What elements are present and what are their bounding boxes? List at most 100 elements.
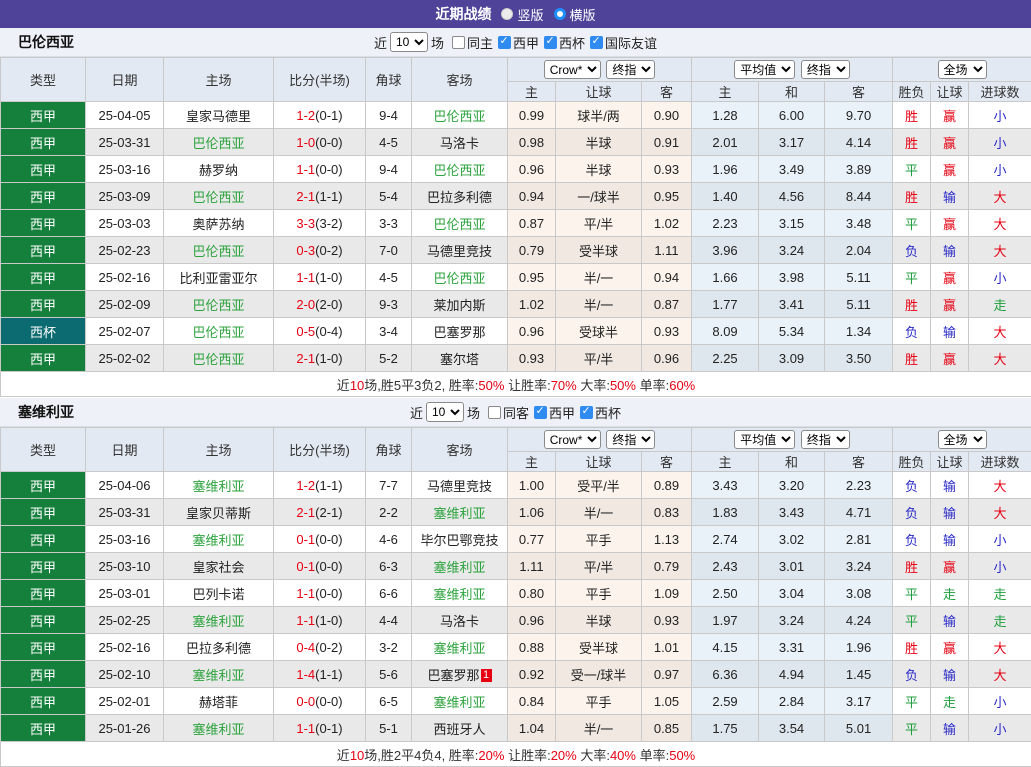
home-team-name[interactable]: 巴伦西亚 [192, 325, 244, 340]
away-team-name[interactable]: 巴伦西亚 [433, 271, 485, 286]
home-team-name[interactable]: 巴伦西亚 [192, 352, 244, 367]
away-team-name[interactable]: 毕尔巴鄂竞技 [420, 533, 498, 548]
away-team-cell[interactable]: 巴伦西亚 [412, 156, 508, 183]
layout-radio-horizontal[interactable]: 横版 [554, 5, 596, 24]
home-team-name[interactable]: 皇家社会 [192, 560, 244, 575]
avg-source-select[interactable]: 平均值 [734, 430, 795, 449]
away-team-cell[interactable]: 巴伦西亚 [412, 102, 508, 129]
away-team-cell[interactable]: 巴伦西亚 [412, 264, 508, 291]
away-team-name[interactable]: 巴拉多利德 [427, 190, 492, 205]
checkbox-icon[interactable] [452, 36, 465, 49]
avg-source-select[interactable]: 平均值 [734, 60, 795, 79]
away-team-cell[interactable]: 塞维利亚 [412, 688, 508, 715]
home-team-cell[interactable]: 塞维利亚 [164, 661, 274, 688]
away-team-name[interactable]: 西班牙人 [433, 722, 485, 737]
checkbox-icon[interactable] [544, 36, 557, 49]
home-team-cell[interactable]: 巴拉多利德 [164, 634, 274, 661]
home-team-name[interactable]: 巴伦西亚 [192, 244, 244, 259]
away-team-cell[interactable]: 塞维利亚 [412, 634, 508, 661]
away-team-cell[interactable]: 巴伦西亚 [412, 210, 508, 237]
radio-icon[interactable] [554, 8, 566, 20]
away-team-cell[interactable]: 马德里竞技 [412, 472, 508, 499]
home-team-cell[interactable]: 巴伦西亚 [164, 183, 274, 210]
home-team-name[interactable]: 赫罗纳 [199, 163, 238, 178]
home-team-cell[interactable]: 巴列卡诺 [164, 580, 274, 607]
home-team-name[interactable]: 皇家贝蒂斯 [186, 506, 251, 521]
away-team-cell[interactable]: 西班牙人 [412, 715, 508, 742]
odds-final-select[interactable]: 终指 [606, 60, 655, 79]
away-team-name[interactable]: 塞维利亚 [433, 506, 485, 521]
checkbox-icon[interactable] [488, 406, 501, 419]
home-team-cell[interactable]: 巴伦西亚 [164, 318, 274, 345]
home-team-cell[interactable]: 塞维利亚 [164, 472, 274, 499]
away-team-name[interactable]: 马德里竞技 [427, 244, 492, 259]
home-team-cell[interactable]: 奥萨苏纳 [164, 210, 274, 237]
away-team-name[interactable]: 塞维利亚 [433, 695, 485, 710]
home-team-name[interactable]: 巴伦西亚 [192, 136, 244, 151]
checkbox-icon[interactable] [534, 406, 547, 419]
away-team-cell[interactable]: 塞维利亚 [412, 553, 508, 580]
filter-checkbox-同客[interactable]: 同客 [488, 403, 529, 422]
away-team-cell[interactable]: 巴塞罗那 [412, 318, 508, 345]
away-team-name[interactable]: 巴塞罗那 [433, 325, 485, 340]
home-team-name[interactable]: 赫塔菲 [199, 695, 238, 710]
scope-select[interactable]: 全场 [938, 430, 987, 449]
away-team-name[interactable]: 塞维利亚 [433, 560, 485, 575]
home-team-cell[interactable]: 塞维利亚 [164, 715, 274, 742]
home-team-cell[interactable]: 巴伦西亚 [164, 345, 274, 372]
home-team-cell[interactable]: 皇家贝蒂斯 [164, 499, 274, 526]
away-team-name[interactable]: 莱加内斯 [433, 298, 485, 313]
odds-final-select[interactable]: 终指 [606, 430, 655, 449]
away-team-name[interactable]: 巴伦西亚 [433, 109, 485, 124]
home-team-cell[interactable]: 巴伦西亚 [164, 237, 274, 264]
away-team-cell[interactable]: 巴塞罗那1 [412, 661, 508, 688]
away-team-name[interactable]: 马洛卡 [440, 614, 479, 629]
away-team-cell[interactable]: 塞维利亚 [412, 580, 508, 607]
filter-checkbox-西杯[interactable]: 西杯 [580, 403, 621, 422]
home-team-name[interactable]: 比利亚雷亚尔 [179, 271, 257, 286]
avg-final-select[interactable]: 终指 [801, 430, 850, 449]
home-team-name[interactable]: 塞维利亚 [192, 722, 244, 737]
home-team-name[interactable]: 巴拉多利德 [186, 641, 251, 656]
away-team-cell[interactable]: 塞尔塔 [412, 345, 508, 372]
match-count-select[interactable]: 10 [390, 32, 428, 52]
radio-icon[interactable] [501, 8, 513, 20]
filter-checkbox-西甲[interactable]: 西甲 [534, 403, 575, 422]
filter-checkbox-国际友谊[interactable]: 国际友谊 [590, 33, 657, 52]
away-team-cell[interactable]: 塞维利亚 [412, 499, 508, 526]
checkbox-icon[interactable] [498, 36, 511, 49]
home-team-name[interactable]: 巴列卡诺 [192, 587, 244, 602]
odds-company-select[interactable]: Crow* [544, 430, 601, 449]
scope-select[interactable]: 全场 [938, 60, 987, 79]
away-team-cell[interactable]: 莱加内斯 [412, 291, 508, 318]
layout-radio-vertical[interactable]: 竖版 [501, 5, 543, 24]
home-team-cell[interactable]: 巴伦西亚 [164, 291, 274, 318]
home-team-cell[interactable]: 塞维利亚 [164, 526, 274, 553]
home-team-cell[interactable]: 巴伦西亚 [164, 129, 274, 156]
away-team-cell[interactable]: 马洛卡 [412, 607, 508, 634]
odds-company-select[interactable]: Crow* [544, 60, 601, 79]
away-team-name[interactable]: 塞维利亚 [433, 587, 485, 602]
away-team-cell[interactable]: 毕尔巴鄂竞技 [412, 526, 508, 553]
home-team-name[interactable]: 巴伦西亚 [192, 190, 244, 205]
home-team-name[interactable]: 塞维利亚 [192, 668, 244, 683]
home-team-name[interactable]: 奥萨苏纳 [192, 217, 244, 232]
away-team-name[interactable]: 巴伦西亚 [433, 163, 485, 178]
home-team-cell[interactable]: 比利亚雷亚尔 [164, 264, 274, 291]
avg-final-select[interactable]: 终指 [801, 60, 850, 79]
away-team-cell[interactable]: 巴拉多利德 [412, 183, 508, 210]
away-team-name[interactable]: 巴塞罗那 [427, 668, 479, 683]
home-team-name[interactable]: 塞维利亚 [192, 614, 244, 629]
home-team-cell[interactable]: 赫罗纳 [164, 156, 274, 183]
home-team-name[interactable]: 皇家马德里 [186, 109, 251, 124]
filter-checkbox-同主[interactable]: 同主 [452, 33, 493, 52]
away-team-name[interactable]: 塞尔塔 [440, 352, 479, 367]
home-team-name[interactable]: 塞维利亚 [192, 479, 244, 494]
away-team-name[interactable]: 塞维利亚 [433, 641, 485, 656]
match-count-select[interactable]: 10 [426, 402, 464, 422]
checkbox-icon[interactable] [590, 36, 603, 49]
filter-checkbox-西杯[interactable]: 西杯 [544, 33, 585, 52]
away-team-name[interactable]: 马洛卡 [440, 136, 479, 151]
away-team-name[interactable]: 马德里竞技 [427, 479, 492, 494]
filter-checkbox-西甲[interactable]: 西甲 [498, 33, 539, 52]
